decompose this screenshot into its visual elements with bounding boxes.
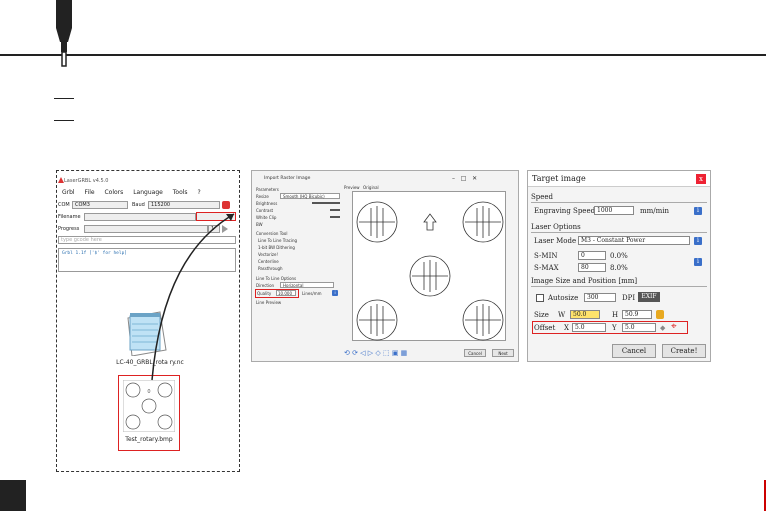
bmp-file-label: Test_rotary.bmp (125, 436, 173, 443)
contrast-label: Contrast (256, 208, 274, 213)
engraving-speed-input[interactable]: 1000 (594, 206, 634, 215)
autosize-dpi-input[interactable]: 300 (584, 293, 616, 302)
size-label: Size (534, 311, 549, 319)
white-clip-slider[interactable] (330, 216, 340, 218)
opt-passthrough[interactable]: Passthrough (258, 266, 283, 271)
bullet-underline-1 (54, 98, 74, 99)
create-button[interactable]: Create! (662, 344, 706, 358)
smax-input[interactable]: 80 (578, 263, 606, 272)
smax-percent: 8.0% (610, 264, 628, 272)
direction-label: Direction (256, 283, 275, 288)
window-controls[interactable]: – □ ✕ (452, 175, 477, 182)
import-raster-dialog: Import Raster Image – □ ✕ Parameters Res… (251, 170, 519, 362)
header-rule (0, 54, 766, 56)
bw-checkbox[interactable]: BW (256, 222, 263, 227)
offset-y-input[interactable]: 5.0 (622, 323, 656, 332)
tab-original[interactable]: Original (363, 185, 379, 190)
dpi-label: DPI (622, 294, 636, 302)
laser-mode-info-icon[interactable]: i (694, 237, 702, 245)
target-image-dialog: Target image x Speed Engraving Speed 100… (527, 170, 711, 362)
quality-info-icon[interactable]: i (332, 290, 338, 296)
autosize-label: Autosize (548, 294, 579, 302)
quality-label: Quality (257, 291, 272, 296)
height-input[interactable]: 50.9 (622, 310, 652, 319)
white-clip-label: White Clip (256, 215, 277, 220)
laser-section: Laser Options (531, 223, 707, 233)
engraving-speed-label: Engraving Speed (534, 207, 596, 215)
target-titlebar: Target image x (528, 171, 710, 187)
drag-arrow (151, 213, 235, 381)
preview-image (356, 201, 504, 341)
bullet-underline-2 (54, 120, 74, 121)
smin-smax-info-icon[interactable]: i (694, 258, 702, 266)
lock-icon[interactable] (656, 310, 664, 319)
center-icon[interactable]: ◆ (660, 324, 665, 332)
conversion-tool-group: Conversion Tool (256, 231, 288, 236)
line-preview-checkbox[interactable]: Line Preview (256, 300, 281, 305)
exif-button[interactable]: EXIF (638, 292, 660, 302)
width-label: W (558, 311, 566, 319)
brightness-slider[interactable] (312, 202, 340, 204)
import-cancel-button[interactable]: Cancel (464, 349, 486, 357)
speed-section: Speed (531, 193, 707, 203)
speed-unit: mm/min (640, 207, 670, 215)
target-dialog-title: Target image (532, 174, 586, 183)
height-label: H (612, 311, 619, 319)
direction-select[interactable]: Horizontal (280, 282, 334, 288)
opt-dithering[interactable]: 1-bit BW Dithering (258, 245, 295, 250)
image-preview-canvas (352, 191, 506, 341)
width-input[interactable]: 50.0 (570, 310, 600, 319)
offset-x-input[interactable]: 5.0 (572, 323, 606, 332)
laser-mode-select[interactable]: M3 - Constant Power (578, 236, 690, 245)
import-dialog-title: Import Raster Image (264, 176, 311, 181)
target-cancel-button[interactable]: Cancel (612, 344, 656, 358)
offset-label: Offset (534, 324, 556, 332)
smin-label: S-MIN (534, 252, 558, 260)
opt-vectorize[interactable]: Vectorize! (258, 252, 278, 257)
page-tab (0, 480, 26, 511)
toolbar-icons[interactable]: ⟲ ⟳ ◁ ▷ ◇ ⬚ ▣ ▦ (344, 349, 407, 357)
opt-centerline[interactable]: Centerline (258, 259, 279, 264)
tab-preview[interactable]: Preview (344, 185, 360, 190)
contrast-slider[interactable] (330, 209, 340, 211)
crosshair-icon[interactable]: ⌖ (671, 321, 677, 332)
console-line: Grbl 1.1f ['$' for help] (62, 251, 128, 256)
quality-unit: Lines/mm (302, 291, 322, 296)
smin-percent: 0.0% (610, 252, 628, 260)
brightness-label: Brightness (256, 201, 278, 206)
autosize-checkbox[interactable] (536, 294, 544, 302)
line-options-group: Line To Line Options (256, 276, 297, 281)
parameters-group: Parameters (256, 187, 279, 192)
resize-select[interactable]: Smooth (HQ Bicubic) (280, 193, 340, 199)
resize-label: Resize (256, 194, 269, 199)
offset-y-label: Y (612, 324, 617, 332)
close-icon[interactable]: x (696, 174, 706, 184)
offset-x-label: X (564, 324, 569, 332)
speed-info-icon[interactable]: i (694, 207, 702, 215)
laser-head-icon (56, 0, 72, 67)
opt-line-to-line[interactable]: Line To Line Tracing (258, 238, 297, 243)
smax-label: S-MAX (534, 264, 559, 272)
quality-input[interactable]: 10.000 (276, 290, 296, 296)
smin-input[interactable]: 0 (578, 251, 606, 260)
import-next-button[interactable]: Next (492, 349, 514, 357)
size-section: Image Size and Position [mm] (531, 277, 707, 287)
laser-mode-label: Laser Mode (534, 237, 577, 245)
